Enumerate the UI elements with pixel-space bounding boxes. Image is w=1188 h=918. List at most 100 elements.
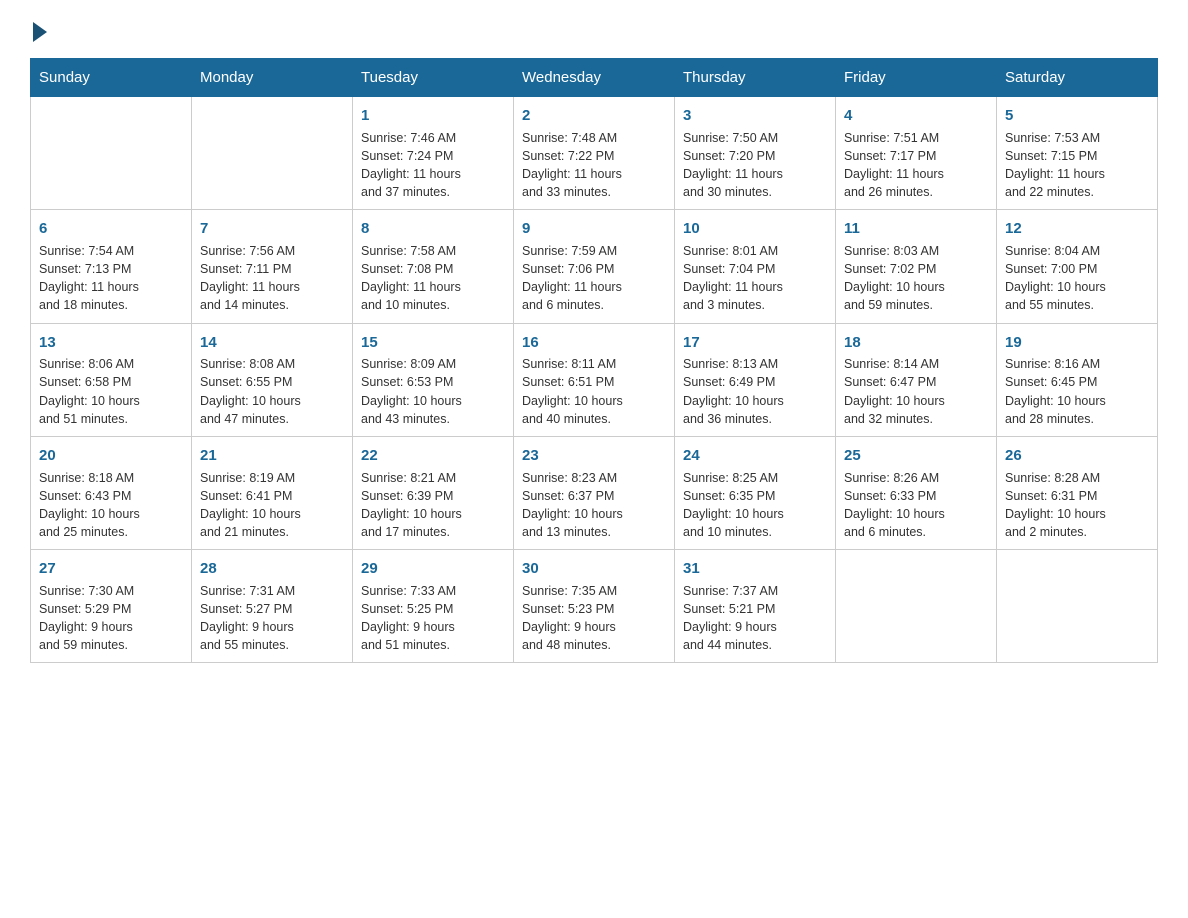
calendar-cell: 21Sunrise: 8:19 AM Sunset: 6:41 PM Dayli… — [192, 436, 353, 549]
day-info: Sunrise: 7:31 AM Sunset: 5:27 PM Dayligh… — [200, 582, 344, 655]
day-number: 22 — [361, 445, 505, 467]
day-info: Sunrise: 7:33 AM Sunset: 5:25 PM Dayligh… — [361, 582, 505, 655]
day-info: Sunrise: 8:26 AM Sunset: 6:33 PM Dayligh… — [844, 469, 988, 542]
day-info: Sunrise: 7:56 AM Sunset: 7:11 PM Dayligh… — [200, 242, 344, 315]
day-number: 30 — [522, 558, 666, 580]
day-number: 17 — [683, 332, 827, 354]
calendar-cell — [997, 550, 1158, 663]
weekday-header-thursday: Thursday — [675, 59, 836, 97]
day-info: Sunrise: 8:28 AM Sunset: 6:31 PM Dayligh… — [1005, 469, 1149, 542]
logo-arrow-icon — [33, 22, 47, 42]
weekday-header-sunday: Sunday — [31, 59, 192, 97]
day-number: 24 — [683, 445, 827, 467]
day-info: Sunrise: 7:54 AM Sunset: 7:13 PM Dayligh… — [39, 242, 183, 315]
calendar-cell: 25Sunrise: 8:26 AM Sunset: 6:33 PM Dayli… — [836, 436, 997, 549]
calendar-cell: 27Sunrise: 7:30 AM Sunset: 5:29 PM Dayli… — [31, 550, 192, 663]
day-number: 3 — [683, 105, 827, 127]
calendar-cell: 14Sunrise: 8:08 AM Sunset: 6:55 PM Dayli… — [192, 323, 353, 436]
calendar-cell: 20Sunrise: 8:18 AM Sunset: 6:43 PM Dayli… — [31, 436, 192, 549]
day-number: 1 — [361, 105, 505, 127]
day-info: Sunrise: 8:14 AM Sunset: 6:47 PM Dayligh… — [844, 355, 988, 428]
day-number: 9 — [522, 218, 666, 240]
calendar-week-row: 13Sunrise: 8:06 AM Sunset: 6:58 PM Dayli… — [31, 323, 1158, 436]
day-number: 8 — [361, 218, 505, 240]
calendar-cell — [192, 97, 353, 210]
weekday-header-monday: Monday — [192, 59, 353, 97]
calendar-cell: 18Sunrise: 8:14 AM Sunset: 6:47 PM Dayli… — [836, 323, 997, 436]
day-number: 10 — [683, 218, 827, 240]
day-number: 26 — [1005, 445, 1149, 467]
day-info: Sunrise: 8:01 AM Sunset: 7:04 PM Dayligh… — [683, 242, 827, 315]
calendar-cell: 17Sunrise: 8:13 AM Sunset: 6:49 PM Dayli… — [675, 323, 836, 436]
weekday-header-wednesday: Wednesday — [514, 59, 675, 97]
day-number: 13 — [39, 332, 183, 354]
day-info: Sunrise: 7:59 AM Sunset: 7:06 PM Dayligh… — [522, 242, 666, 315]
calendar-cell: 12Sunrise: 8:04 AM Sunset: 7:00 PM Dayli… — [997, 210, 1158, 323]
calendar-cell: 16Sunrise: 8:11 AM Sunset: 6:51 PM Dayli… — [514, 323, 675, 436]
day-info: Sunrise: 7:48 AM Sunset: 7:22 PM Dayligh… — [522, 129, 666, 202]
calendar-cell: 23Sunrise: 8:23 AM Sunset: 6:37 PM Dayli… — [514, 436, 675, 549]
calendar-cell: 10Sunrise: 8:01 AM Sunset: 7:04 PM Dayli… — [675, 210, 836, 323]
calendar-body: 1Sunrise: 7:46 AM Sunset: 7:24 PM Daylig… — [31, 97, 1158, 663]
calendar-cell: 11Sunrise: 8:03 AM Sunset: 7:02 PM Dayli… — [836, 210, 997, 323]
calendar-week-row: 6Sunrise: 7:54 AM Sunset: 7:13 PM Daylig… — [31, 210, 1158, 323]
day-number: 28 — [200, 558, 344, 580]
calendar-cell: 26Sunrise: 8:28 AM Sunset: 6:31 PM Dayli… — [997, 436, 1158, 549]
day-info: Sunrise: 7:50 AM Sunset: 7:20 PM Dayligh… — [683, 129, 827, 202]
calendar-cell: 5Sunrise: 7:53 AM Sunset: 7:15 PM Daylig… — [997, 97, 1158, 210]
calendar-cell: 19Sunrise: 8:16 AM Sunset: 6:45 PM Dayli… — [997, 323, 1158, 436]
calendar-cell: 7Sunrise: 7:56 AM Sunset: 7:11 PM Daylig… — [192, 210, 353, 323]
day-info: Sunrise: 8:09 AM Sunset: 6:53 PM Dayligh… — [361, 355, 505, 428]
day-number: 7 — [200, 218, 344, 240]
day-info: Sunrise: 8:19 AM Sunset: 6:41 PM Dayligh… — [200, 469, 344, 542]
calendar-cell: 13Sunrise: 8:06 AM Sunset: 6:58 PM Dayli… — [31, 323, 192, 436]
logo — [30, 20, 47, 38]
weekday-header-friday: Friday — [836, 59, 997, 97]
calendar-cell: 1Sunrise: 7:46 AM Sunset: 7:24 PM Daylig… — [353, 97, 514, 210]
day-info: Sunrise: 7:37 AM Sunset: 5:21 PM Dayligh… — [683, 582, 827, 655]
calendar-week-row: 20Sunrise: 8:18 AM Sunset: 6:43 PM Dayli… — [31, 436, 1158, 549]
calendar-cell: 4Sunrise: 7:51 AM Sunset: 7:17 PM Daylig… — [836, 97, 997, 210]
calendar-cell: 24Sunrise: 8:25 AM Sunset: 6:35 PM Dayli… — [675, 436, 836, 549]
calendar-week-row: 1Sunrise: 7:46 AM Sunset: 7:24 PM Daylig… — [31, 97, 1158, 210]
day-number: 20 — [39, 445, 183, 467]
day-info: Sunrise: 8:21 AM Sunset: 6:39 PM Dayligh… — [361, 469, 505, 542]
day-info: Sunrise: 8:16 AM Sunset: 6:45 PM Dayligh… — [1005, 355, 1149, 428]
calendar-cell: 29Sunrise: 7:33 AM Sunset: 5:25 PM Dayli… — [353, 550, 514, 663]
calendar-cell: 6Sunrise: 7:54 AM Sunset: 7:13 PM Daylig… — [31, 210, 192, 323]
day-info: Sunrise: 8:13 AM Sunset: 6:49 PM Dayligh… — [683, 355, 827, 428]
day-info: Sunrise: 8:25 AM Sunset: 6:35 PM Dayligh… — [683, 469, 827, 542]
calendar-cell — [836, 550, 997, 663]
day-info: Sunrise: 7:35 AM Sunset: 5:23 PM Dayligh… — [522, 582, 666, 655]
day-info: Sunrise: 8:04 AM Sunset: 7:00 PM Dayligh… — [1005, 242, 1149, 315]
calendar-table: SundayMondayTuesdayWednesdayThursdayFrid… — [30, 58, 1158, 663]
calendar-cell: 15Sunrise: 8:09 AM Sunset: 6:53 PM Dayli… — [353, 323, 514, 436]
day-number: 5 — [1005, 105, 1149, 127]
day-info: Sunrise: 7:53 AM Sunset: 7:15 PM Dayligh… — [1005, 129, 1149, 202]
day-info: Sunrise: 8:18 AM Sunset: 6:43 PM Dayligh… — [39, 469, 183, 542]
day-number: 14 — [200, 332, 344, 354]
day-info: Sunrise: 7:30 AM Sunset: 5:29 PM Dayligh… — [39, 582, 183, 655]
calendar-cell: 2Sunrise: 7:48 AM Sunset: 7:22 PM Daylig… — [514, 97, 675, 210]
calendar-cell — [31, 97, 192, 210]
day-number: 25 — [844, 445, 988, 467]
calendar-cell: 9Sunrise: 7:59 AM Sunset: 7:06 PM Daylig… — [514, 210, 675, 323]
calendar-header: SundayMondayTuesdayWednesdayThursdayFrid… — [31, 59, 1158, 97]
day-number: 16 — [522, 332, 666, 354]
day-info: Sunrise: 8:23 AM Sunset: 6:37 PM Dayligh… — [522, 469, 666, 542]
calendar-cell: 31Sunrise: 7:37 AM Sunset: 5:21 PM Dayli… — [675, 550, 836, 663]
day-number: 23 — [522, 445, 666, 467]
day-number: 4 — [844, 105, 988, 127]
day-number: 21 — [200, 445, 344, 467]
day-number: 29 — [361, 558, 505, 580]
day-number: 27 — [39, 558, 183, 580]
calendar-cell: 8Sunrise: 7:58 AM Sunset: 7:08 PM Daylig… — [353, 210, 514, 323]
day-number: 11 — [844, 218, 988, 240]
calendar-cell: 3Sunrise: 7:50 AM Sunset: 7:20 PM Daylig… — [675, 97, 836, 210]
weekday-header-row: SundayMondayTuesdayWednesdayThursdayFrid… — [31, 59, 1158, 97]
weekday-header-tuesday: Tuesday — [353, 59, 514, 97]
day-number: 15 — [361, 332, 505, 354]
weekday-header-saturday: Saturday — [997, 59, 1158, 97]
day-info: Sunrise: 8:06 AM Sunset: 6:58 PM Dayligh… — [39, 355, 183, 428]
day-number: 18 — [844, 332, 988, 354]
